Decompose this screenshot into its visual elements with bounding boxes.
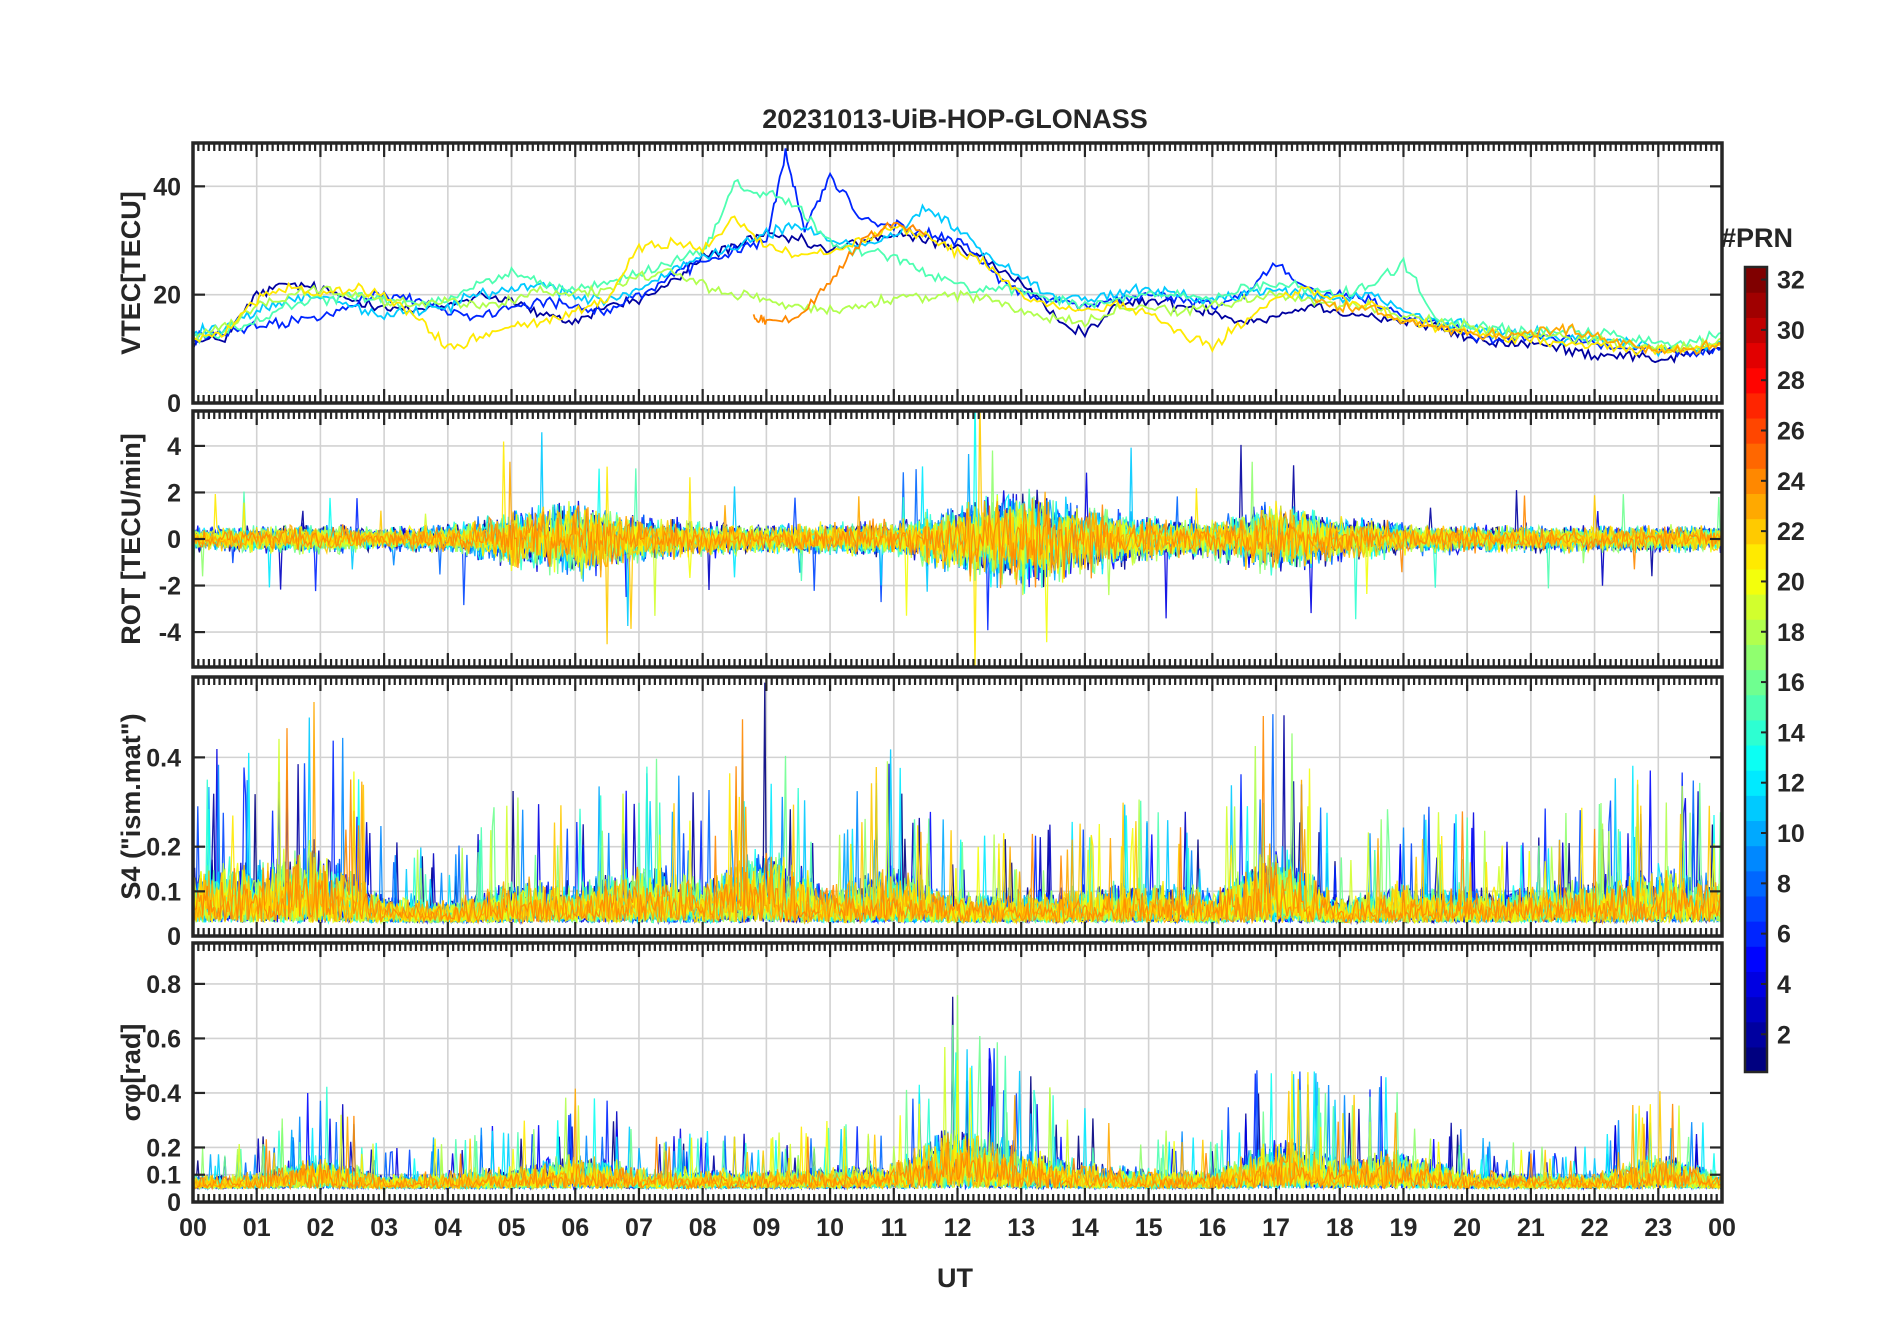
colorbar-band: [1745, 493, 1767, 520]
x-tick-label: 17: [1262, 1214, 1290, 1242]
x-tick-label: 13: [1007, 1214, 1035, 1242]
x-axis-label: UT: [937, 1263, 973, 1293]
colorbar-band: [1745, 644, 1767, 671]
colorbar-label: #PRN: [1721, 223, 1793, 253]
x-tick-label: 11: [881, 1214, 908, 1242]
colorbar-band: [1745, 744, 1767, 771]
colorbar-band: [1745, 996, 1767, 1023]
y-tick-label: 20: [153, 282, 181, 310]
colorbar-tick-label: 6: [1777, 921, 1791, 949]
colorbar-band: [1745, 543, 1767, 570]
x-tick-label: 15: [1135, 1214, 1163, 1242]
colorbar-tick-label: 4: [1777, 971, 1791, 999]
colorbar-tick-label: 22: [1777, 518, 1805, 546]
y-tick-label: 0.1: [146, 1162, 181, 1190]
colorbar-band: [1745, 392, 1767, 419]
y-axis-label-rot: ROT [TECU/min]: [116, 433, 146, 644]
grid-vtec: [193, 143, 1722, 403]
x-tick-label: 22: [1581, 1214, 1609, 1242]
y-tick-label: 0: [167, 923, 181, 951]
panel-vtec: 0 20 40VTEC[TECU]: [116, 141, 1724, 418]
x-tick-label: 03: [370, 1214, 398, 1242]
colorbar-tick-label: 28: [1777, 367, 1805, 395]
x-tick-label: 01: [243, 1214, 271, 1242]
colorbar-band: [1745, 895, 1767, 922]
colorbar-tick-label: 30: [1777, 317, 1805, 345]
y-tick-label: 4: [167, 433, 181, 461]
colorbar: #PRN2468101214161820222426283032: [1721, 223, 1805, 1074]
y-tick-label: 0.2: [146, 834, 181, 862]
y-axis-label-s4: S4 ("ism.mat"): [116, 713, 146, 899]
colorbar-tick-label: 8: [1777, 870, 1791, 898]
colorbar-band: [1745, 795, 1767, 822]
y-tick-label: 0.4: [146, 744, 181, 772]
y-tick-label: 0.2: [146, 1134, 181, 1162]
colorbar-tick-label: 24: [1777, 468, 1805, 496]
x-tick-label: 09: [752, 1214, 780, 1242]
x-tick-label: 08: [689, 1214, 717, 1242]
x-tick-label: 07: [625, 1214, 653, 1242]
x-tick-label: 20: [1453, 1214, 1481, 1242]
x-tick-label: 00: [179, 1214, 207, 1242]
x-tick-label: 18: [1326, 1214, 1354, 1242]
y-tick-label: 2: [167, 479, 181, 507]
y-tick-label: 0: [167, 526, 181, 554]
colorbar-band: [1745, 443, 1767, 469]
figure-title: 20231013-UiB-HOP-GLONASS: [762, 104, 1148, 134]
y-axis-label-vtec: VTEC[TECU]: [116, 191, 146, 355]
colorbar-tick-label: 2: [1777, 1021, 1791, 1049]
y-tick-label: 0.6: [146, 1025, 181, 1053]
x-tick-label: 05: [498, 1214, 526, 1242]
y-axis-label-sigma_phi: σφ[rad]: [116, 1024, 146, 1122]
colorbar-tick-label: 16: [1777, 669, 1805, 697]
colorbar-tick-label: 20: [1777, 568, 1805, 596]
colorbar-band: [1745, 946, 1767, 972]
x-tick-label: 04: [434, 1214, 462, 1242]
x-tick-labels: 00 01 02 03 04 05 06 07 08 09 10 11 12 13 14 15 16 17 18 19…: [179, 1214, 1736, 1242]
x-tick-label: 21: [1517, 1214, 1545, 1242]
x-tick-label: 19: [1390, 1214, 1418, 1242]
colorbar-tick-label: 10: [1777, 820, 1805, 848]
y-tick-label: 0.4: [146, 1080, 181, 1108]
x-tick-label: 06: [561, 1214, 589, 1242]
x-tick-label: 14: [1071, 1214, 1099, 1242]
panel-sigma_phi: 00.10.20.40.60.8σφ[rad]00 01 02 03 04 05 06 07 0…: [116, 941, 1736, 1242]
x-tick-label: 02: [307, 1214, 335, 1242]
x-tick-label: 16: [1198, 1214, 1226, 1242]
colorbar-tick-label: 12: [1777, 770, 1805, 798]
y-tick-label: 0: [167, 390, 181, 418]
y-tick-label: -2: [159, 573, 181, 601]
panel-s4: 0 0.1 0.2 0.4S4 ("ism.mat"): [116, 675, 1724, 951]
colorbar-tick-label: 26: [1777, 418, 1805, 446]
x-tick-label: 12: [944, 1214, 972, 1242]
figure: 20231013-UiB-HOP-GLONASS 02040VTEC[TECU]…: [116, 104, 1805, 1293]
colorbar-band: [1745, 845, 1767, 872]
x-tick-label: 00: [1708, 1214, 1736, 1242]
colorbar-band: [1745, 594, 1767, 620]
y-tick-label: 0.1: [146, 878, 181, 906]
y-tick-label: 0.8: [146, 971, 181, 999]
colorbar-band: [1745, 342, 1767, 369]
y-tick-label: 40: [153, 173, 181, 201]
series-sigma_phi: [193, 995, 1722, 1191]
y-tick-label: -4: [159, 619, 181, 647]
colorbar-band: [1745, 292, 1767, 318]
panel-rot: -4 -2 0 2 4 ROT [TECU/min]: [116, 409, 1724, 669]
x-tick-label: 10: [816, 1214, 844, 1242]
colorbar-tick-label: 14: [1777, 719, 1805, 747]
colorbar-band: [1745, 694, 1767, 721]
colorbar-tick-label: 18: [1777, 619, 1805, 647]
colorbar-tick-label: 32: [1777, 267, 1805, 295]
x-tick-label: 23: [1644, 1214, 1672, 1242]
colorbar-band: [1745, 1046, 1767, 1073]
y-tick-label: 0: [167, 1189, 181, 1217]
panels: 02040VTEC[TECU]-4-2024ROT [TECU/min]00.1…: [116, 141, 1736, 1242]
